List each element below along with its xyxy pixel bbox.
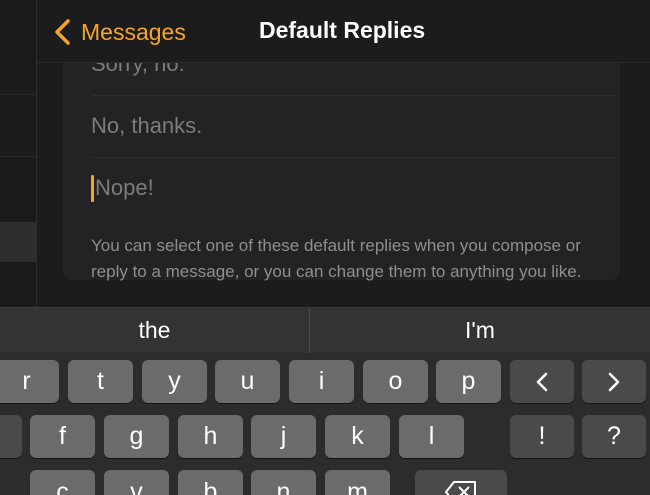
- cursor-right-key[interactable]: [582, 360, 646, 403]
- back-button-label: Messages: [81, 18, 186, 45]
- key-partial[interactable]: [0, 415, 22, 458]
- key-r[interactable]: r: [0, 360, 59, 403]
- reply-text: Sorry, no.: [91, 63, 185, 76]
- reply-text: Nope!: [95, 175, 154, 200]
- key-b[interactable]: b: [178, 470, 243, 495]
- prediction-suggestion[interactable]: the: [0, 308, 309, 353]
- chevron-right-icon: [608, 372, 620, 391]
- sidebar: [0, 0, 37, 307]
- predictive-bar: the I'm: [0, 307, 650, 353]
- cursor-left-key[interactable]: [510, 360, 574, 403]
- navigation-bar: Messages Default Replies: [37, 0, 650, 63]
- key-t[interactable]: t: [68, 360, 133, 403]
- key-p[interactable]: p: [436, 360, 501, 403]
- key-exclamation[interactable]: !: [510, 415, 574, 458]
- content-area: Sorry, no. No, thanks. Nope! You can sel…: [37, 63, 650, 307]
- key-o[interactable]: o: [363, 360, 428, 403]
- chevron-left-icon: [55, 19, 70, 45]
- reply-field[interactable]: No, thanks.: [91, 95, 618, 158]
- reply-text: No, thanks.: [91, 113, 203, 138]
- delete-icon: [445, 481, 476, 495]
- key-c[interactable]: c: [30, 470, 95, 495]
- footer-note: You can select one of these default repl…: [91, 236, 582, 281]
- delete-key[interactable]: [415, 470, 507, 495]
- key-f[interactable]: f: [30, 415, 95, 458]
- key-u[interactable]: u: [215, 360, 280, 403]
- key-l[interactable]: l: [399, 415, 464, 458]
- key-j[interactable]: j: [251, 415, 316, 458]
- reply-field-editing[interactable]: Nope!: [91, 157, 618, 219]
- text-cursor: [91, 174, 94, 202]
- page-title: Default Replies: [259, 17, 426, 43]
- key-g[interactable]: g: [104, 415, 169, 458]
- chevron-left-icon: [536, 372, 548, 391]
- key-k[interactable]: k: [325, 415, 390, 458]
- key-n[interactable]: n: [251, 470, 316, 495]
- sidebar-divider: [0, 156, 36, 157]
- key-i[interactable]: i: [289, 360, 354, 403]
- key-v[interactable]: v: [104, 470, 169, 495]
- sidebar-selected-item[interactable]: [0, 222, 36, 262]
- key-m[interactable]: m: [325, 470, 390, 495]
- reply-field[interactable]: Sorry, no.: [91, 63, 618, 96]
- key-h[interactable]: h: [178, 415, 243, 458]
- sidebar-divider: [0, 94, 36, 95]
- key-y[interactable]: y: [142, 360, 207, 403]
- prediction-suggestion[interactable]: I'm: [310, 308, 650, 353]
- keyboard: the I'm r t y u i o p f g h j k l ! ? c …: [0, 307, 650, 495]
- back-button[interactable]: Messages: [51, 14, 186, 50]
- key-question[interactable]: ?: [582, 415, 646, 458]
- default-replies-screen: Messages Default Replies Sorry, no. No, …: [0, 0, 650, 495]
